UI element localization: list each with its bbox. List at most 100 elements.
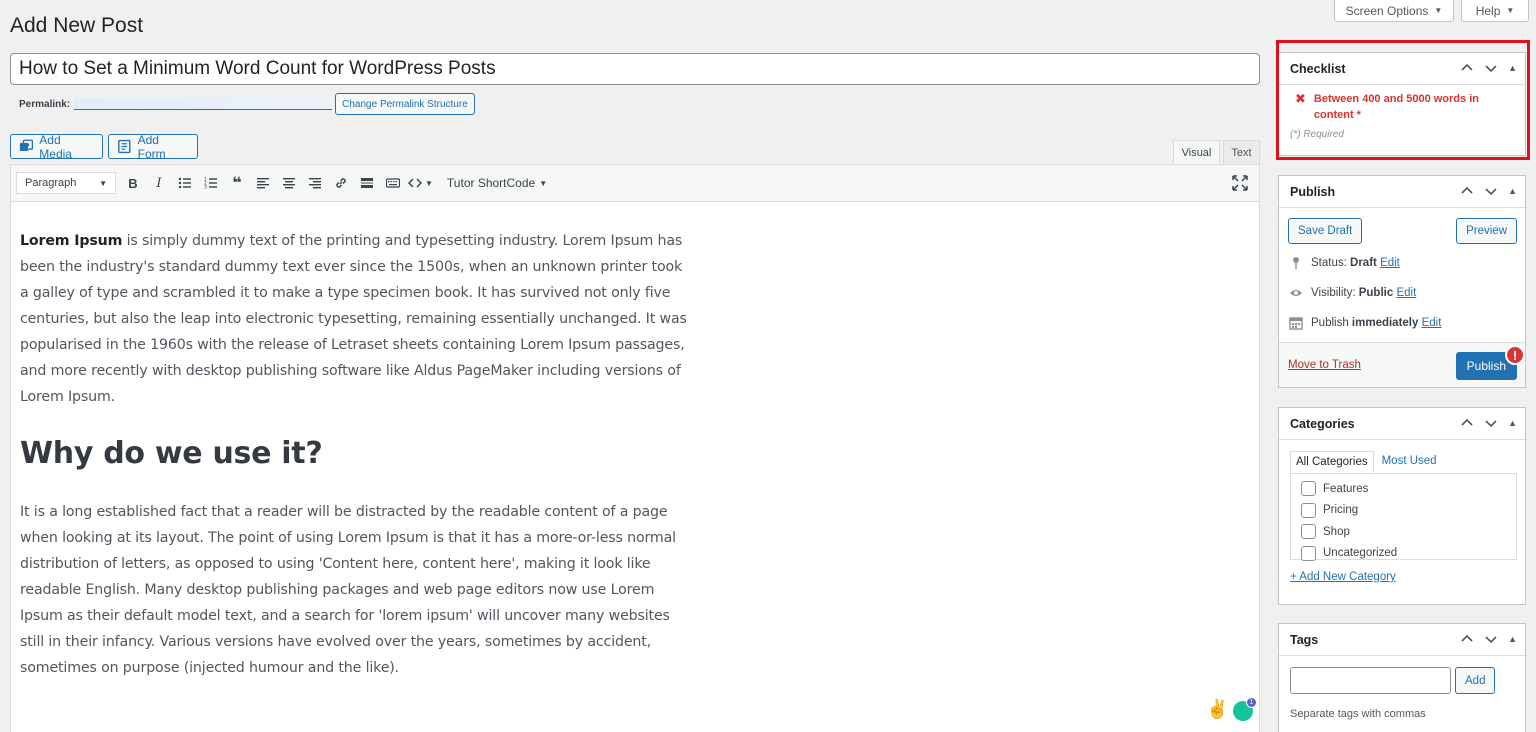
add-form-button[interactable]: Add Form [108, 132, 198, 161]
checkbox[interactable] [1301, 524, 1316, 540]
blockquote-icon[interactable]: ❝ [226, 172, 248, 194]
category-list: Features Pricing Shop Uncategorized [1290, 473, 1517, 561]
calendar-icon [1289, 317, 1303, 330]
publish-value: immediately [1351, 317, 1419, 329]
add-tag-button[interactable]: Add [1455, 667, 1496, 694]
media-icon [19, 139, 34, 151]
collapse-toggle-icon[interactable]: ▲ [1508, 186, 1517, 196]
box-controls: ▲ [1460, 632, 1517, 646]
keyboard-icon[interactable] [382, 172, 404, 194]
box-controls: ▲ [1460, 184, 1517, 198]
align-right-icon[interactable] [304, 172, 326, 194]
tutor-shortcode-dropdown[interactable]: Tutor ShortCode ▼ [447, 176, 547, 190]
tags-help-text: Separate tags with commas [1290, 708, 1426, 720]
post-editor[interactable]: Paragraph ▼ B I 123 ❝ ▼ Tutor ShortCode … [10, 164, 1260, 732]
collapse-toggle-icon[interactable]: ▲ [1508, 634, 1517, 644]
chevron-down-icon[interactable] [1484, 184, 1498, 198]
form-icon [118, 139, 131, 154]
visibility-row: Visibility: Public Edit [1289, 286, 1416, 300]
caret-down-icon: ▼ [539, 178, 548, 188]
collapse-toggle-icon[interactable]: ▲ [1508, 418, 1517, 428]
chevron-down-icon[interactable] [1484, 632, 1498, 646]
warning-badge: ! [1505, 345, 1525, 365]
visibility-label: Visibility: [1311, 287, 1356, 299]
chevron-up-icon[interactable] [1460, 632, 1474, 646]
italic-icon[interactable]: I [148, 172, 170, 194]
publish-box: Publish ▲ Save Draft Preview Status: Dra… [1278, 175, 1526, 388]
add-media-button[interactable]: Add Media [10, 132, 103, 161]
list-item[interactable]: Uncategorized [1291, 543, 1516, 565]
change-permalink-button[interactable]: Change Permalink Structure [335, 93, 475, 115]
editor-content[interactable]: Lorem Ipsum is simply dummy text of the … [11, 202, 701, 681]
edit-schedule-link[interactable]: Edit [1422, 317, 1442, 329]
content-bold-text: Lorem Ipsum [20, 233, 123, 249]
add-media-label: Add Media [39, 132, 72, 161]
chevron-up-icon[interactable] [1460, 184, 1474, 198]
preview-button[interactable]: Preview [1456, 218, 1517, 244]
list-item[interactable]: Shop [1291, 521, 1516, 543]
pin-icon [1293, 257, 1299, 269]
bullet-list-icon[interactable] [174, 172, 196, 194]
caret-down-icon: ▼ [1434, 6, 1443, 15]
category-label: Shop [1323, 525, 1350, 538]
chevron-down-icon[interactable] [1484, 416, 1498, 430]
grammarly-icon[interactable]: 1 [1233, 697, 1257, 721]
publish-title: Publish [1290, 184, 1336, 199]
post-title-input[interactable]: How to Set a Minimum Word Count for Word… [10, 53, 1260, 85]
schedule-row: Publish immediately Edit [1289, 316, 1441, 330]
visibility-value: Public [1358, 287, 1394, 299]
edit-status-link[interactable]: Edit [1380, 257, 1400, 269]
code-icon[interactable]: ▼ [408, 172, 433, 194]
grammarly-count-badge: 1 [1246, 697, 1257, 708]
tags-header[interactable]: Tags ▲ [1279, 624, 1525, 656]
status-row: Status: Draft Edit [1289, 256, 1400, 270]
add-new-category-link[interactable]: + Add New Category [1290, 571, 1396, 583]
read-more-icon[interactable] [356, 172, 378, 194]
caret-down-icon: ▼ [99, 178, 107, 188]
help-label: Help [1475, 3, 1501, 18]
help-button[interactable]: Help ▼ [1461, 0, 1529, 22]
editor-toolbar: Paragraph ▼ B I 123 ❝ ▼ Tutor ShortCode … [11, 165, 1259, 202]
permalink-url[interactable] [74, 98, 333, 110]
bold-icon[interactable]: B [122, 172, 144, 194]
list-item[interactable]: Pricing [1291, 500, 1516, 522]
link-icon[interactable] [330, 172, 352, 194]
checkbox[interactable] [1301, 545, 1316, 561]
save-draft-button[interactable]: Save Draft [1288, 218, 1363, 244]
tags-box: Tags ▲ Add Separate tags with commas [1278, 623, 1526, 732]
publish-footer: Move to Trash Publish ! [1279, 342, 1525, 387]
fullscreen-icon[interactable] [1231, 174, 1249, 192]
screen-options-button[interactable]: Screen Options ▼ [1334, 0, 1454, 22]
category-label: Features [1323, 482, 1369, 495]
content-heading: Why do we use it? [20, 436, 323, 471]
tab-all-categories[interactable]: All Categories [1290, 451, 1374, 473]
victory-hand-emoji: ✌️ [1206, 699, 1229, 719]
status-value: Draft [1350, 257, 1377, 269]
edit-visibility-link[interactable]: Edit [1396, 287, 1416, 299]
move-to-trash-link[interactable]: Move to Trash [1288, 359, 1361, 371]
align-center-icon[interactable] [278, 172, 300, 194]
checkbox[interactable] [1301, 502, 1316, 518]
category-tabs: All Categories Most Used [1290, 451, 1442, 473]
publish-header[interactable]: Publish ▲ [1279, 176, 1525, 208]
tab-visual[interactable]: Visual [1173, 140, 1220, 164]
tab-text[interactable]: Text [1223, 140, 1260, 164]
add-form-label: Add Form [137, 132, 166, 161]
eye-icon [1290, 290, 1302, 296]
status-label: Status: [1311, 257, 1347, 269]
format-select[interactable]: Paragraph ▼ [16, 172, 116, 194]
checkbox[interactable] [1301, 481, 1316, 497]
tag-input[interactable] [1290, 667, 1451, 694]
tags-title: Tags [1290, 632, 1319, 647]
highlight-frame [1276, 40, 1530, 160]
numbered-list-icon[interactable]: 123 [200, 172, 222, 194]
content-paragraph-text: is simply dummy text of the printing and… [20, 233, 687, 405]
list-item[interactable]: Features [1291, 478, 1516, 500]
categories-title: Categories [1290, 416, 1355, 431]
publish-label: Publish [1311, 317, 1349, 329]
chevron-up-icon[interactable] [1460, 416, 1474, 430]
tab-most-used[interactable]: Most Used [1374, 451, 1442, 473]
align-left-icon[interactable] [252, 172, 274, 194]
categories-header[interactable]: Categories ▲ [1279, 408, 1525, 440]
format-select-value: Paragraph [25, 177, 77, 189]
